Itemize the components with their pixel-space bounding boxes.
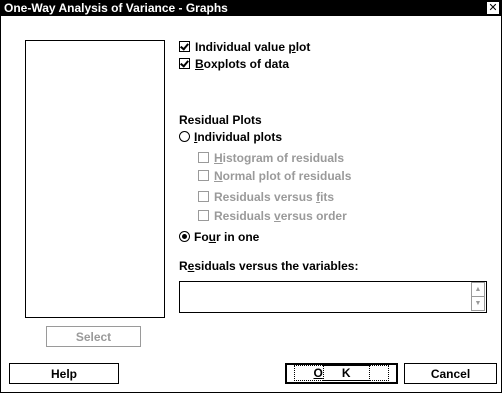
residual-plots-heading: Residual Plots [179, 113, 262, 127]
individual-value-plot-checkbox[interactable]: Individual value plot [179, 39, 310, 55]
title-bar: One-Way Analysis of Variance - Graphs ✕ [1, 1, 501, 16]
dialog-title: One-Way Analysis of Variance - Graphs [4, 1, 228, 15]
variables-listbox[interactable] [25, 40, 165, 318]
textbox-scrollbar[interactable]: ▲ ▼ [471, 282, 485, 311]
histogram-checkbox: Histogram of residuals [198, 150, 344, 166]
radio-unselected-icon[interactable] [179, 131, 190, 142]
checkbox-unchecked-icon [198, 210, 209, 221]
checkbox-checked-icon[interactable] [179, 58, 190, 69]
residuals-versus-order-checkbox: Residuals versus order [198, 208, 347, 224]
individual-plots-radio[interactable]: Individual plots [179, 129, 282, 145]
checkbox-unchecked-icon [198, 191, 209, 202]
ok-button[interactable]: OK [285, 363, 398, 384]
checkbox-unchecked-icon [198, 152, 209, 163]
four-in-one-radio[interactable]: Four in one [179, 229, 259, 245]
help-button[interactable]: Help [9, 363, 119, 384]
residuals-versus-variables-input[interactable] [179, 281, 487, 313]
normal-plot-checkbox: Normal plot of residuals [198, 168, 351, 184]
select-button[interactable]: Select [46, 326, 141, 347]
close-icon[interactable]: ✕ [487, 2, 499, 14]
cancel-button[interactable]: Cancel [404, 363, 497, 384]
scroll-up-icon[interactable]: ▲ [471, 282, 485, 297]
radio-selected-icon[interactable] [179, 231, 190, 242]
scroll-down-icon[interactable]: ▼ [471, 296, 485, 311]
boxplots-checkbox[interactable]: Boxplots of data [179, 56, 289, 72]
graphs-dialog: One-Way Analysis of Variance - Graphs ✕ … [0, 0, 502, 393]
checkbox-unchecked-icon [198, 170, 209, 181]
residuals-versus-variables-label: Residuals versus the variables: [179, 259, 359, 273]
checkbox-checked-icon[interactable] [179, 41, 190, 52]
residuals-versus-fits-checkbox: Residuals versus fits [198, 189, 334, 205]
